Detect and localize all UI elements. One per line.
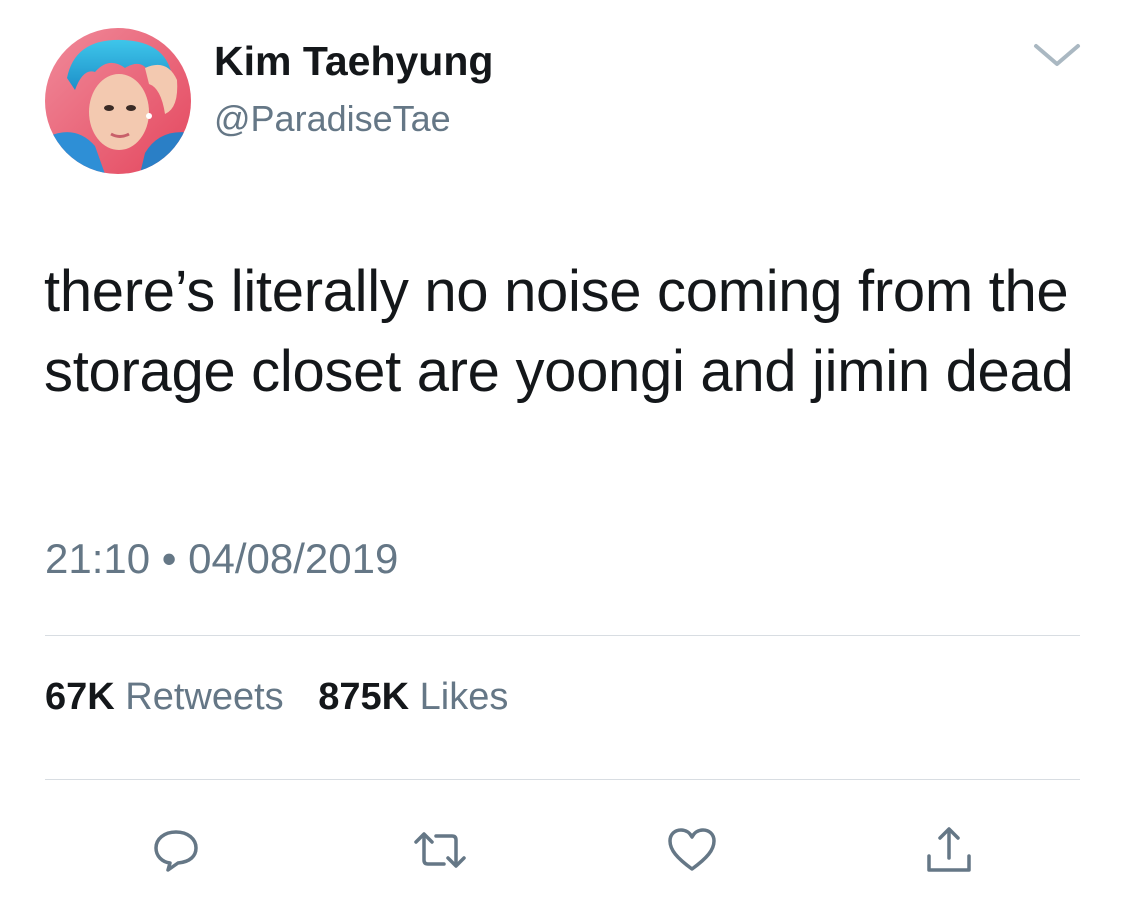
tweet-timestamp: 21:10 • 04/08/2019	[45, 535, 399, 582]
author-display-name[interactable]: Kim Taehyung	[214, 38, 493, 85]
tweet-text: there’s literally no noise coming from t…	[44, 259, 1074, 404]
chevron-down-icon[interactable]	[1032, 40, 1082, 70]
likes-stat[interactable]: 875K Likes	[318, 676, 532, 719]
author-avatar[interactable]	[45, 28, 191, 174]
share-icon[interactable]	[924, 826, 974, 874]
divider	[45, 779, 1080, 780]
retweets-count: 67K	[45, 676, 115, 718]
likes-count: 875K	[318, 676, 410, 718]
avatar-image	[45, 28, 191, 174]
divider	[45, 635, 1080, 636]
tweet-stats: 67K Retweets 875K Likes	[45, 676, 532, 719]
likes-label: Likes	[419, 676, 509, 718]
tweet-card: Kim Taehyung @ParadiseTae there’s litera…	[0, 0, 1125, 907]
retweet-icon[interactable]	[412, 826, 468, 874]
like-icon[interactable]	[667, 826, 717, 874]
retweets-stat[interactable]: 67K Retweets	[45, 676, 308, 719]
reply-icon[interactable]	[152, 826, 200, 874]
author-handle[interactable]: @ParadiseTae	[214, 98, 451, 140]
retweets-label: Retweets	[125, 676, 284, 718]
